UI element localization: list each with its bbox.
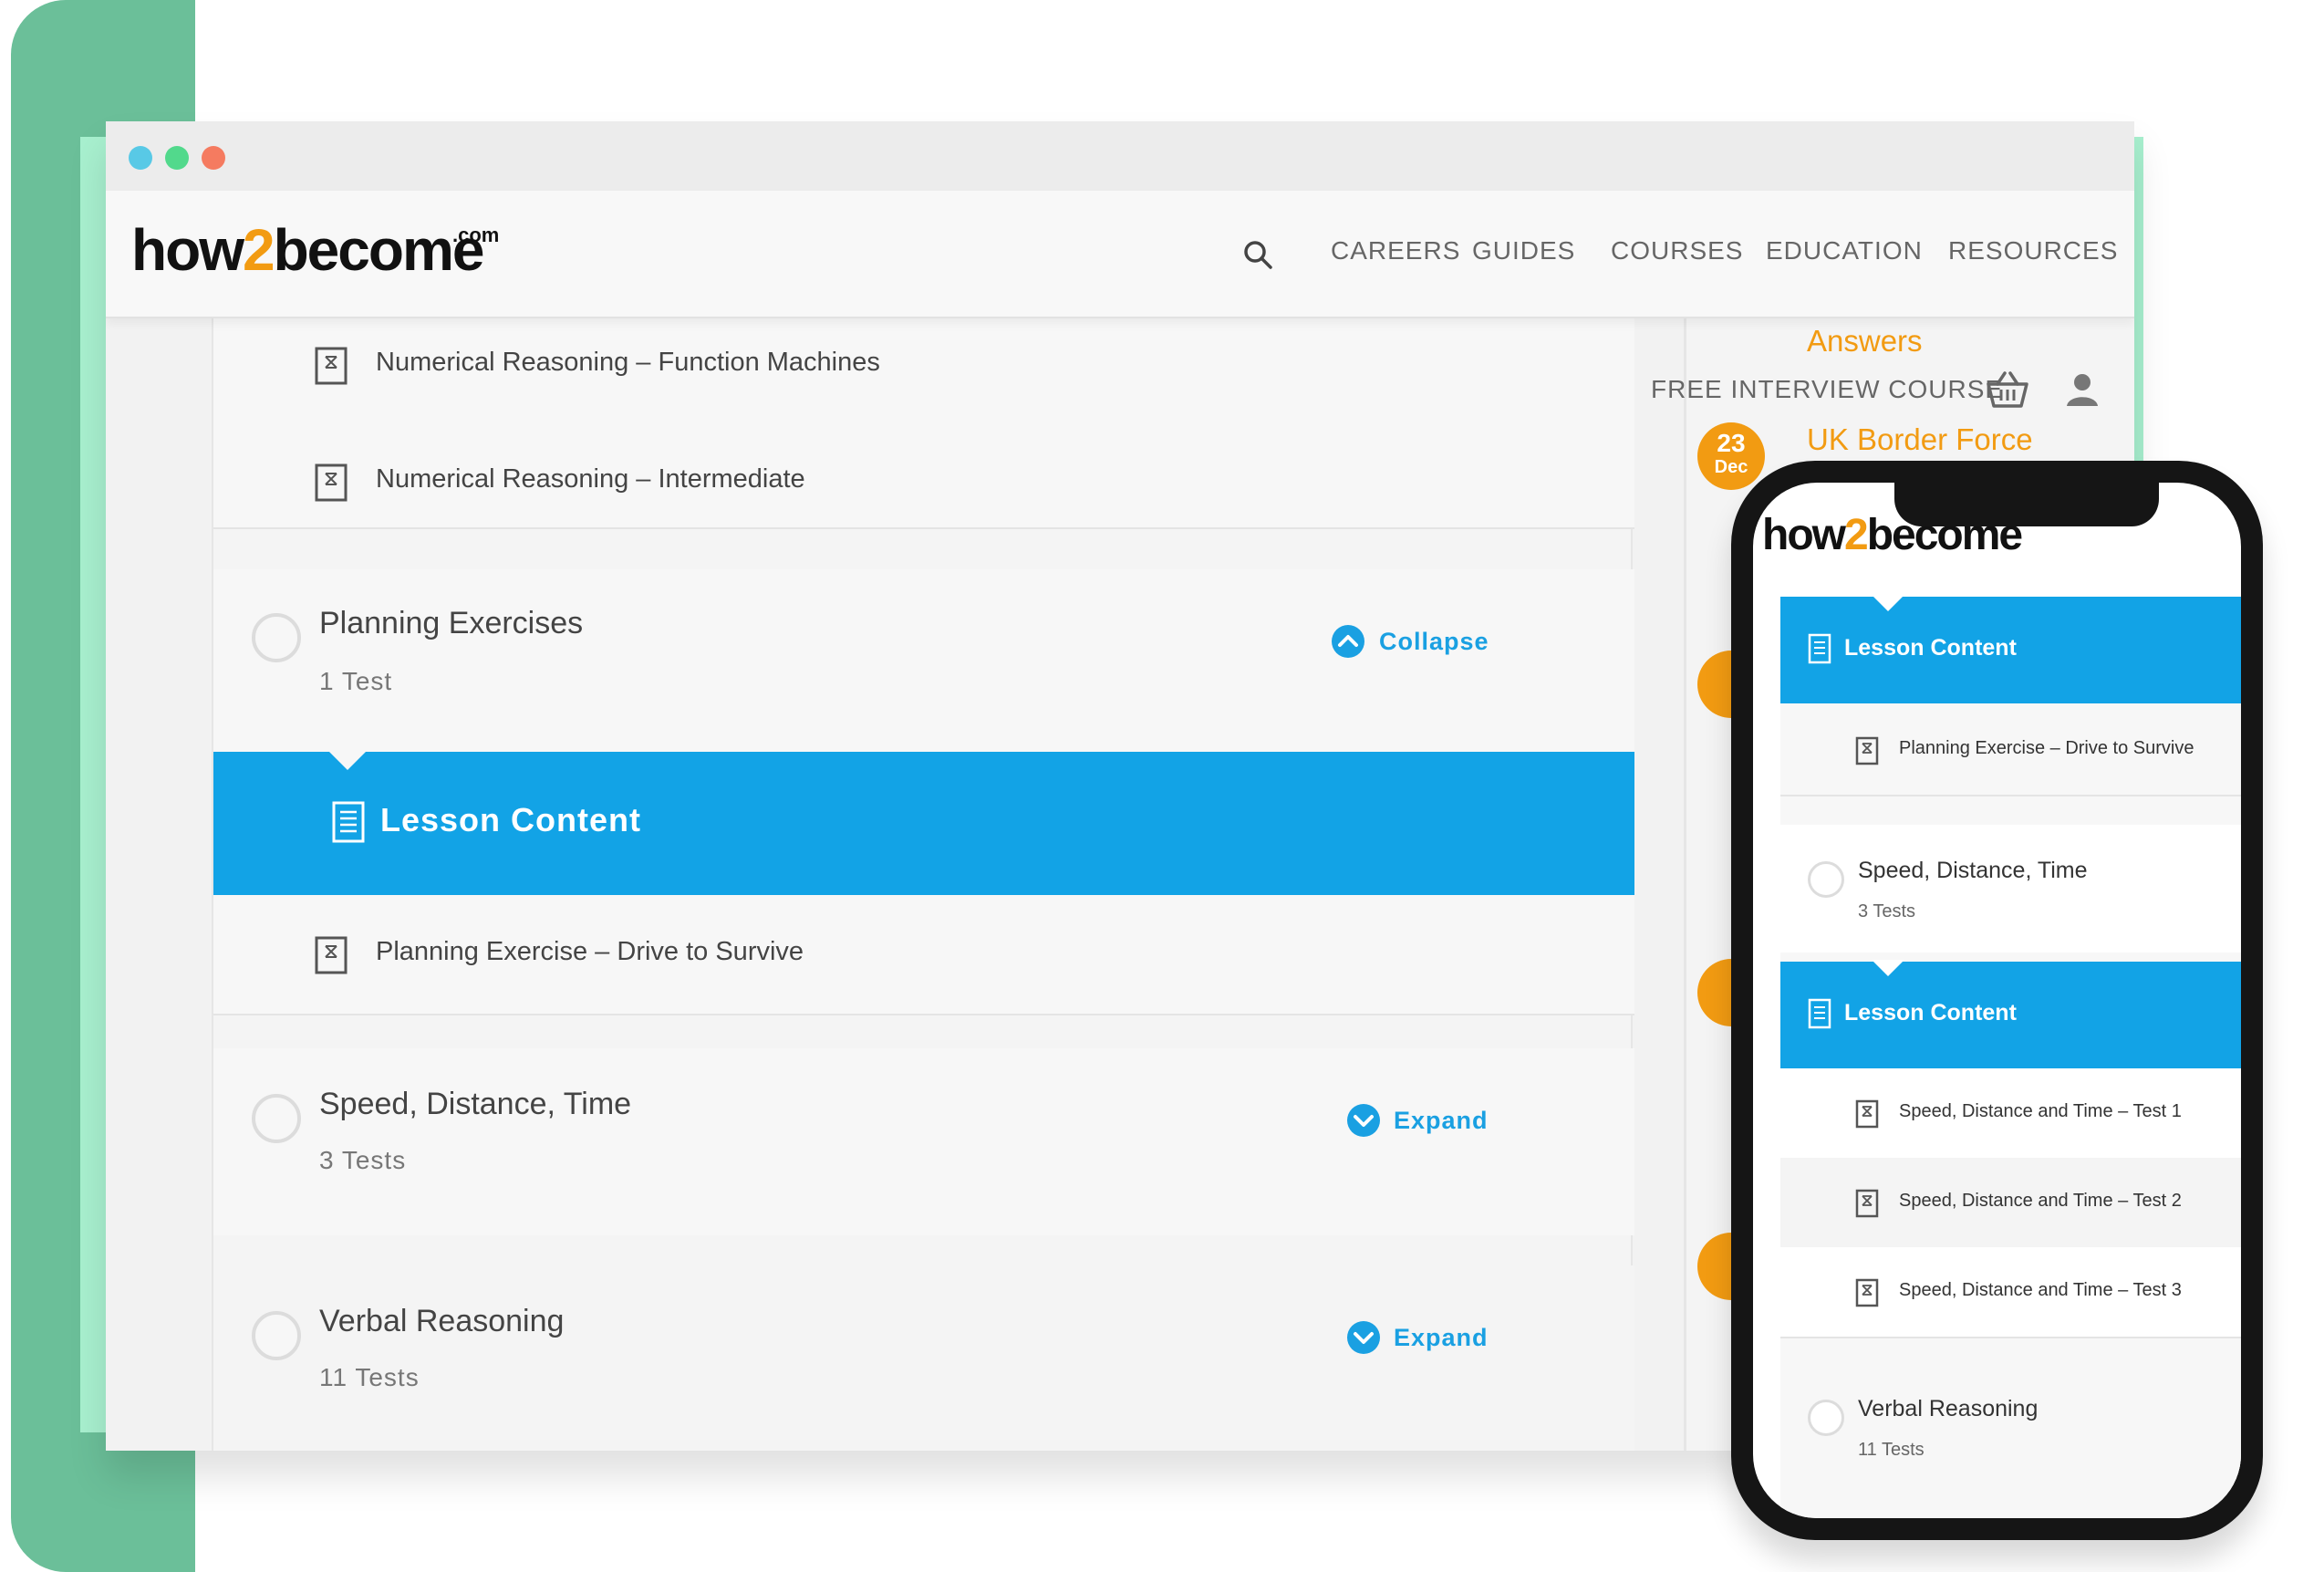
sidebar-answers-link[interactable]: Answers <box>1807 324 1923 359</box>
phone-lesson-title: Lesson Content <box>1844 1000 2017 1025</box>
section-speed-distance-time[interactable]: Speed, Distance, Time 3 Tests Expand <box>213 1048 1634 1235</box>
window-dot-green[interactable] <box>165 146 189 170</box>
phone-section-subtitle: 3 Tests <box>1858 901 1915 921</box>
divider <box>1780 795 2241 796</box>
tests-panel-top: Numerical Reasoning – Function Machines … <box>213 318 1634 528</box>
phone-section-subtitle: 11 Tests <box>1858 1440 1925 1460</box>
phone-test-row[interactable]: Speed, Distance and Time – Test 3 <box>1780 1247 2241 1337</box>
chevron-up-icon[interactable] <box>1331 624 1365 659</box>
phone-screen: how2become Lesson Content Planning Exerc… <box>1753 483 2241 1518</box>
test-label: Numerical Reasoning – Function Machines <box>376 348 880 377</box>
lesson-content-title: Lesson Content <box>380 801 642 838</box>
phone-section-title: Verbal Reasoning <box>1858 1396 2039 1421</box>
browser-titlebar <box>106 121 2134 191</box>
test-label: Planning Exercise – Drive to Survive <box>376 937 804 966</box>
document-lines-icon <box>1808 998 1831 1029</box>
lesson-notch <box>327 750 368 770</box>
site-logo[interactable]: how2become <box>131 216 484 284</box>
test-document-icon <box>315 347 348 385</box>
phone-test-row[interactable]: Planning Exercise – Drive to Survive <box>1780 703 2241 795</box>
section-radio[interactable] <box>1808 861 1844 898</box>
phone-lesson-notch <box>1872 960 1904 976</box>
phone-mockup: how2become Lesson Content Planning Exerc… <box>1731 461 2263 1540</box>
test-row[interactable]: Numerical Reasoning – Intermediate <box>213 410 1634 528</box>
document-lines-icon <box>1808 633 1831 664</box>
nav-education[interactable]: EDUCATION <box>1766 236 1923 265</box>
section-subtitle: 11 Tests <box>319 1363 420 1391</box>
user-icon[interactable] <box>2064 371 2101 408</box>
section-subtitle: 3 Tests <box>319 1146 407 1174</box>
test-document-icon <box>1855 736 1879 765</box>
test-document-icon <box>1855 1099 1879 1129</box>
chevron-down-icon[interactable] <box>1346 1320 1381 1355</box>
chevron-down-icon[interactable] <box>1346 1103 1381 1138</box>
collapse-button[interactable]: Collapse <box>1379 628 1489 656</box>
free-interview-course-link[interactable]: FREE INTERVIEW COURSE <box>1651 375 2003 404</box>
section-subtitle: 1 Test <box>319 667 393 695</box>
test-document-icon <box>315 463 348 502</box>
phone-test-label: Speed, Distance and Time – Test 2 <box>1899 1191 2182 1211</box>
phone-section-title: Speed, Distance, Time <box>1858 858 2088 883</box>
phone-section-verbal[interactable]: Verbal Reasoning 11 Tests <box>1780 1363 2241 1491</box>
test-label: Numerical Reasoning – Intermediate <box>376 464 805 494</box>
phone-test-row[interactable]: Speed, Distance and Time – Test 1 <box>1780 1068 2241 1158</box>
basket-icon[interactable] <box>1985 370 2030 410</box>
test-row-planning[interactable]: Planning Exercise – Drive to Survive <box>213 895 1634 1014</box>
section-radio[interactable] <box>252 1311 301 1360</box>
date-badge: 23 Dec <box>1697 422 1765 490</box>
site-logo-com: .com <box>452 224 500 246</box>
expand-button[interactable]: Expand <box>1394 1107 1489 1135</box>
divider <box>1780 1337 2241 1338</box>
phone-test-label: Speed, Distance and Time – Test 3 <box>1899 1280 2182 1300</box>
site-header: how2become .com CAREERS GUIDES COURSES E… <box>106 191 2134 318</box>
nav-resources[interactable]: RESOURCES <box>1948 236 2118 265</box>
phone-lesson-notch <box>1872 595 1904 611</box>
phone-test-label: Speed, Distance and Time – Test 1 <box>1899 1101 2182 1121</box>
section-title: Speed, Distance, Time <box>319 1087 632 1121</box>
stage: how2become .com CAREERS GUIDES COURSES E… <box>0 0 2324 1572</box>
window-dot-blue[interactable] <box>129 146 152 170</box>
test-document-icon <box>1855 1189 1879 1218</box>
phone-test-row[interactable]: Speed, Distance and Time – Test 2 <box>1780 1158 2241 1247</box>
window-dot-red[interactable] <box>202 146 225 170</box>
phone-course-content: Lesson Content Planning Exercise – Drive… <box>1780 595 2241 1518</box>
section-title: Planning Exercises <box>319 606 584 640</box>
phone-lesson-title: Lesson Content <box>1844 635 2017 661</box>
search-icon[interactable] <box>1241 238 1274 271</box>
phone-test-label: Planning Exercise – Drive to Survive <box>1899 738 2194 758</box>
test-row[interactable]: Numerical Reasoning – Function Machines <box>213 318 1634 410</box>
section-radio[interactable] <box>252 613 301 662</box>
lesson-content-bar[interactable]: Lesson Content <box>213 750 1634 895</box>
phone-lesson-content-bar[interactable]: Lesson Content <box>1780 960 2241 1068</box>
section-planning-exercises[interactable]: Planning Exercises 1 Test Collapse <box>213 569 1634 752</box>
nav-courses[interactable]: COURSES <box>1611 236 1743 265</box>
divider <box>213 1014 1634 1015</box>
event-title-link[interactable]: UK Border Force <box>1807 422 2033 457</box>
divider <box>213 527 1634 529</box>
document-lines-icon <box>332 801 365 843</box>
phone-notch <box>1894 483 2159 526</box>
test-document-icon <box>315 936 348 974</box>
section-radio[interactable] <box>252 1094 301 1143</box>
section-verbal-reasoning[interactable]: Verbal Reasoning 11 Tests Expand <box>213 1265 1634 1451</box>
phone-lesson-content-bar[interactable]: Lesson Content <box>1780 595 2241 703</box>
section-title: Verbal Reasoning <box>319 1304 565 1338</box>
course-content: Numerical Reasoning – Function Machines … <box>212 318 1634 1451</box>
phone-section-speed[interactable]: Speed, Distance, Time 3 Tests <box>1780 825 2241 953</box>
test-document-icon <box>1855 1278 1879 1307</box>
expand-button[interactable]: Expand <box>1394 1324 1489 1352</box>
section-radio[interactable] <box>1808 1400 1844 1436</box>
nav-guides[interactable]: GUIDES <box>1472 236 1575 265</box>
nav-careers[interactable]: CAREERS <box>1331 236 1460 265</box>
